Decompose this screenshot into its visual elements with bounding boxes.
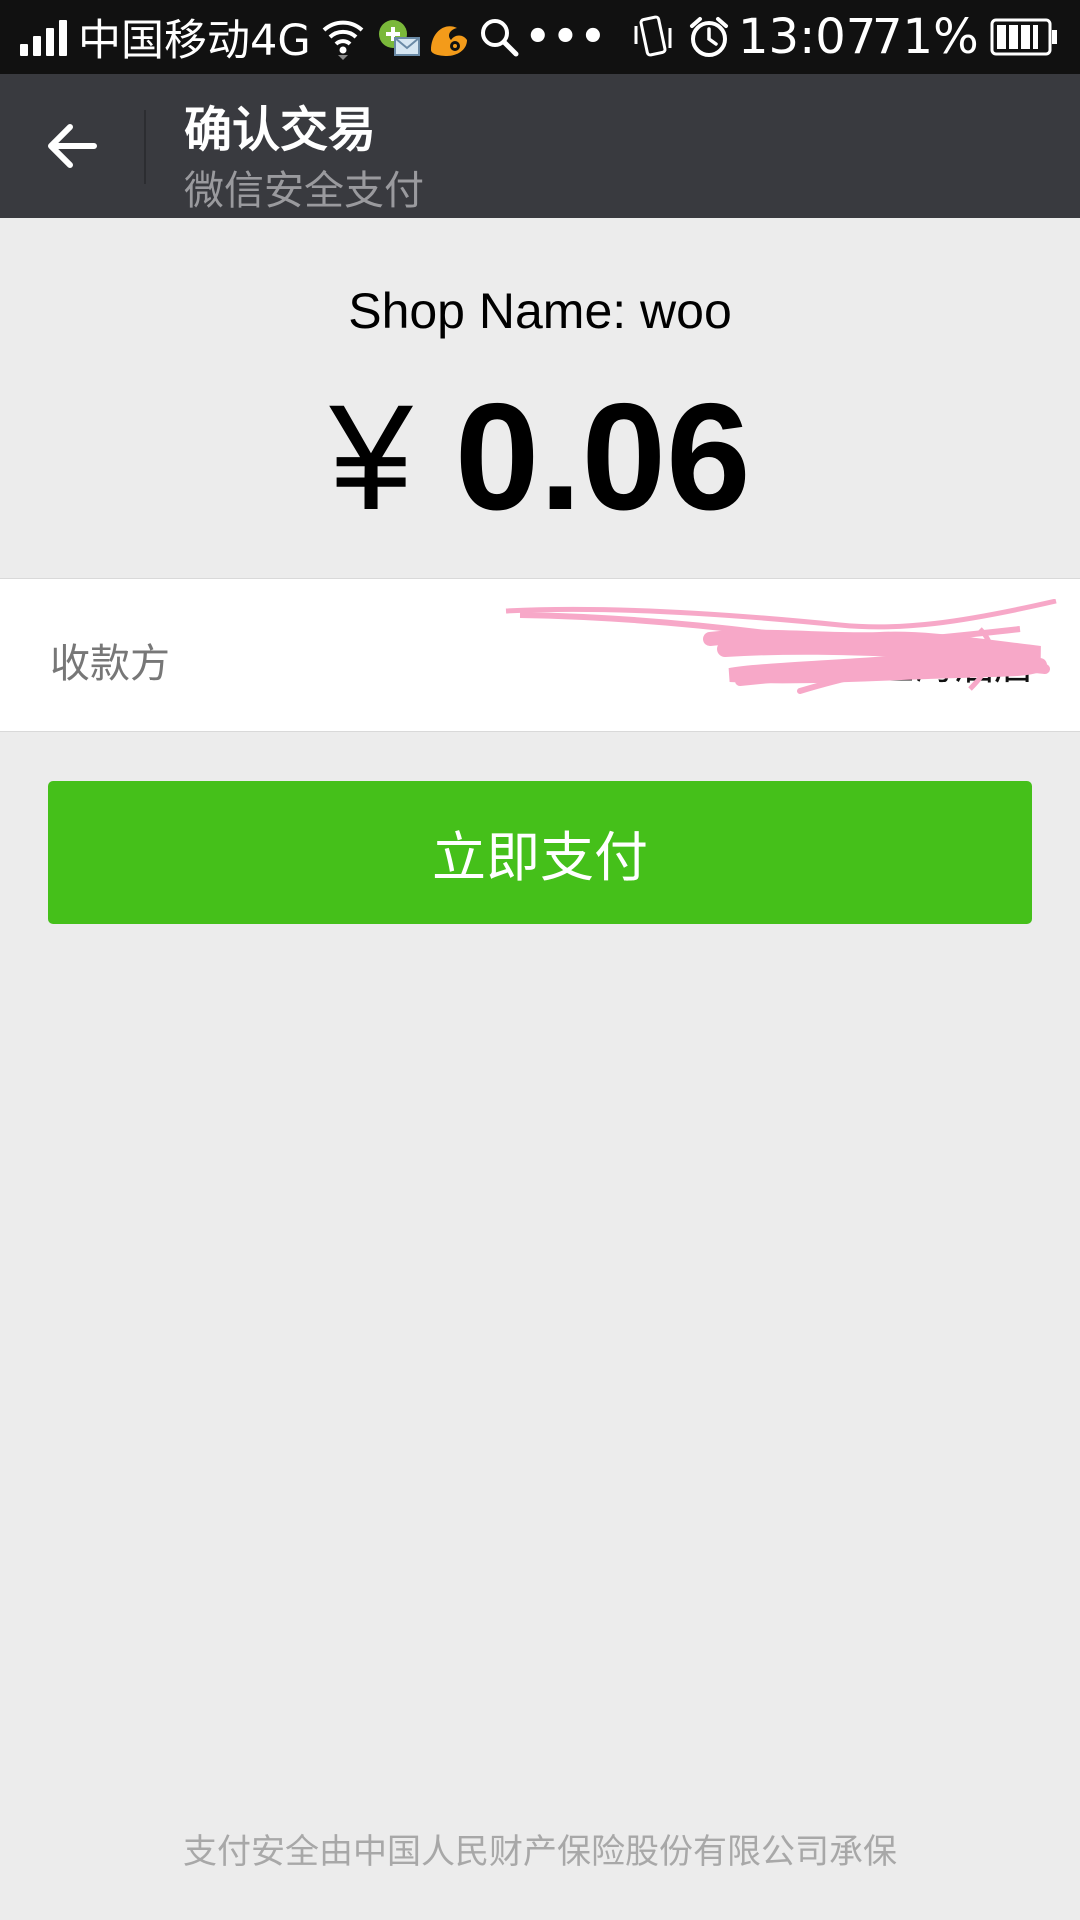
amount-value: 0.06 — [454, 372, 751, 542]
battery-icon — [990, 0, 1058, 74]
payee-row: 收款方 上海酒店 — [0, 578, 1080, 732]
page-title: 确认交易 — [184, 102, 377, 158]
currency-symbol: ¥ — [329, 373, 413, 541]
shop-name: Shop Name: woo — [348, 283, 732, 339]
header-divider — [144, 110, 146, 184]
uc-browser-icon — [425, 0, 471, 74]
arrow-left-icon — [46, 122, 98, 174]
payee-label: 收款方 — [50, 641, 170, 687]
redaction-scribble — [505, 599, 1057, 694]
pay-now-button[interactable]: 立即支付 — [48, 781, 1032, 924]
alarm-icon — [686, 0, 732, 74]
page-subtitle: 微信安全支付 — [184, 168, 424, 214]
search-icon — [478, 0, 520, 74]
clock-time: 13:07 — [738, 9, 877, 65]
app-header: 确认交易 微信安全支付 — [0, 74, 1080, 218]
wifi-icon — [320, 0, 366, 74]
carrier-label: 中国移动4G — [78, 16, 311, 66]
payment-amount: ¥0.06 — [0, 370, 1080, 545]
mail-icon — [375, 0, 421, 74]
vibrate-icon — [630, 0, 676, 74]
battery-percentage: 71% — [872, 9, 979, 65]
status-bar: 中国移动4G ••• 13:07 71% — [0, 0, 1080, 74]
back-button[interactable] — [36, 114, 108, 182]
signal-icon — [20, 0, 67, 74]
insurance-note: 支付安全由中国人民财产保险股份有限公司承保 — [183, 1832, 897, 1872]
more-icon: ••• — [525, 14, 608, 60]
